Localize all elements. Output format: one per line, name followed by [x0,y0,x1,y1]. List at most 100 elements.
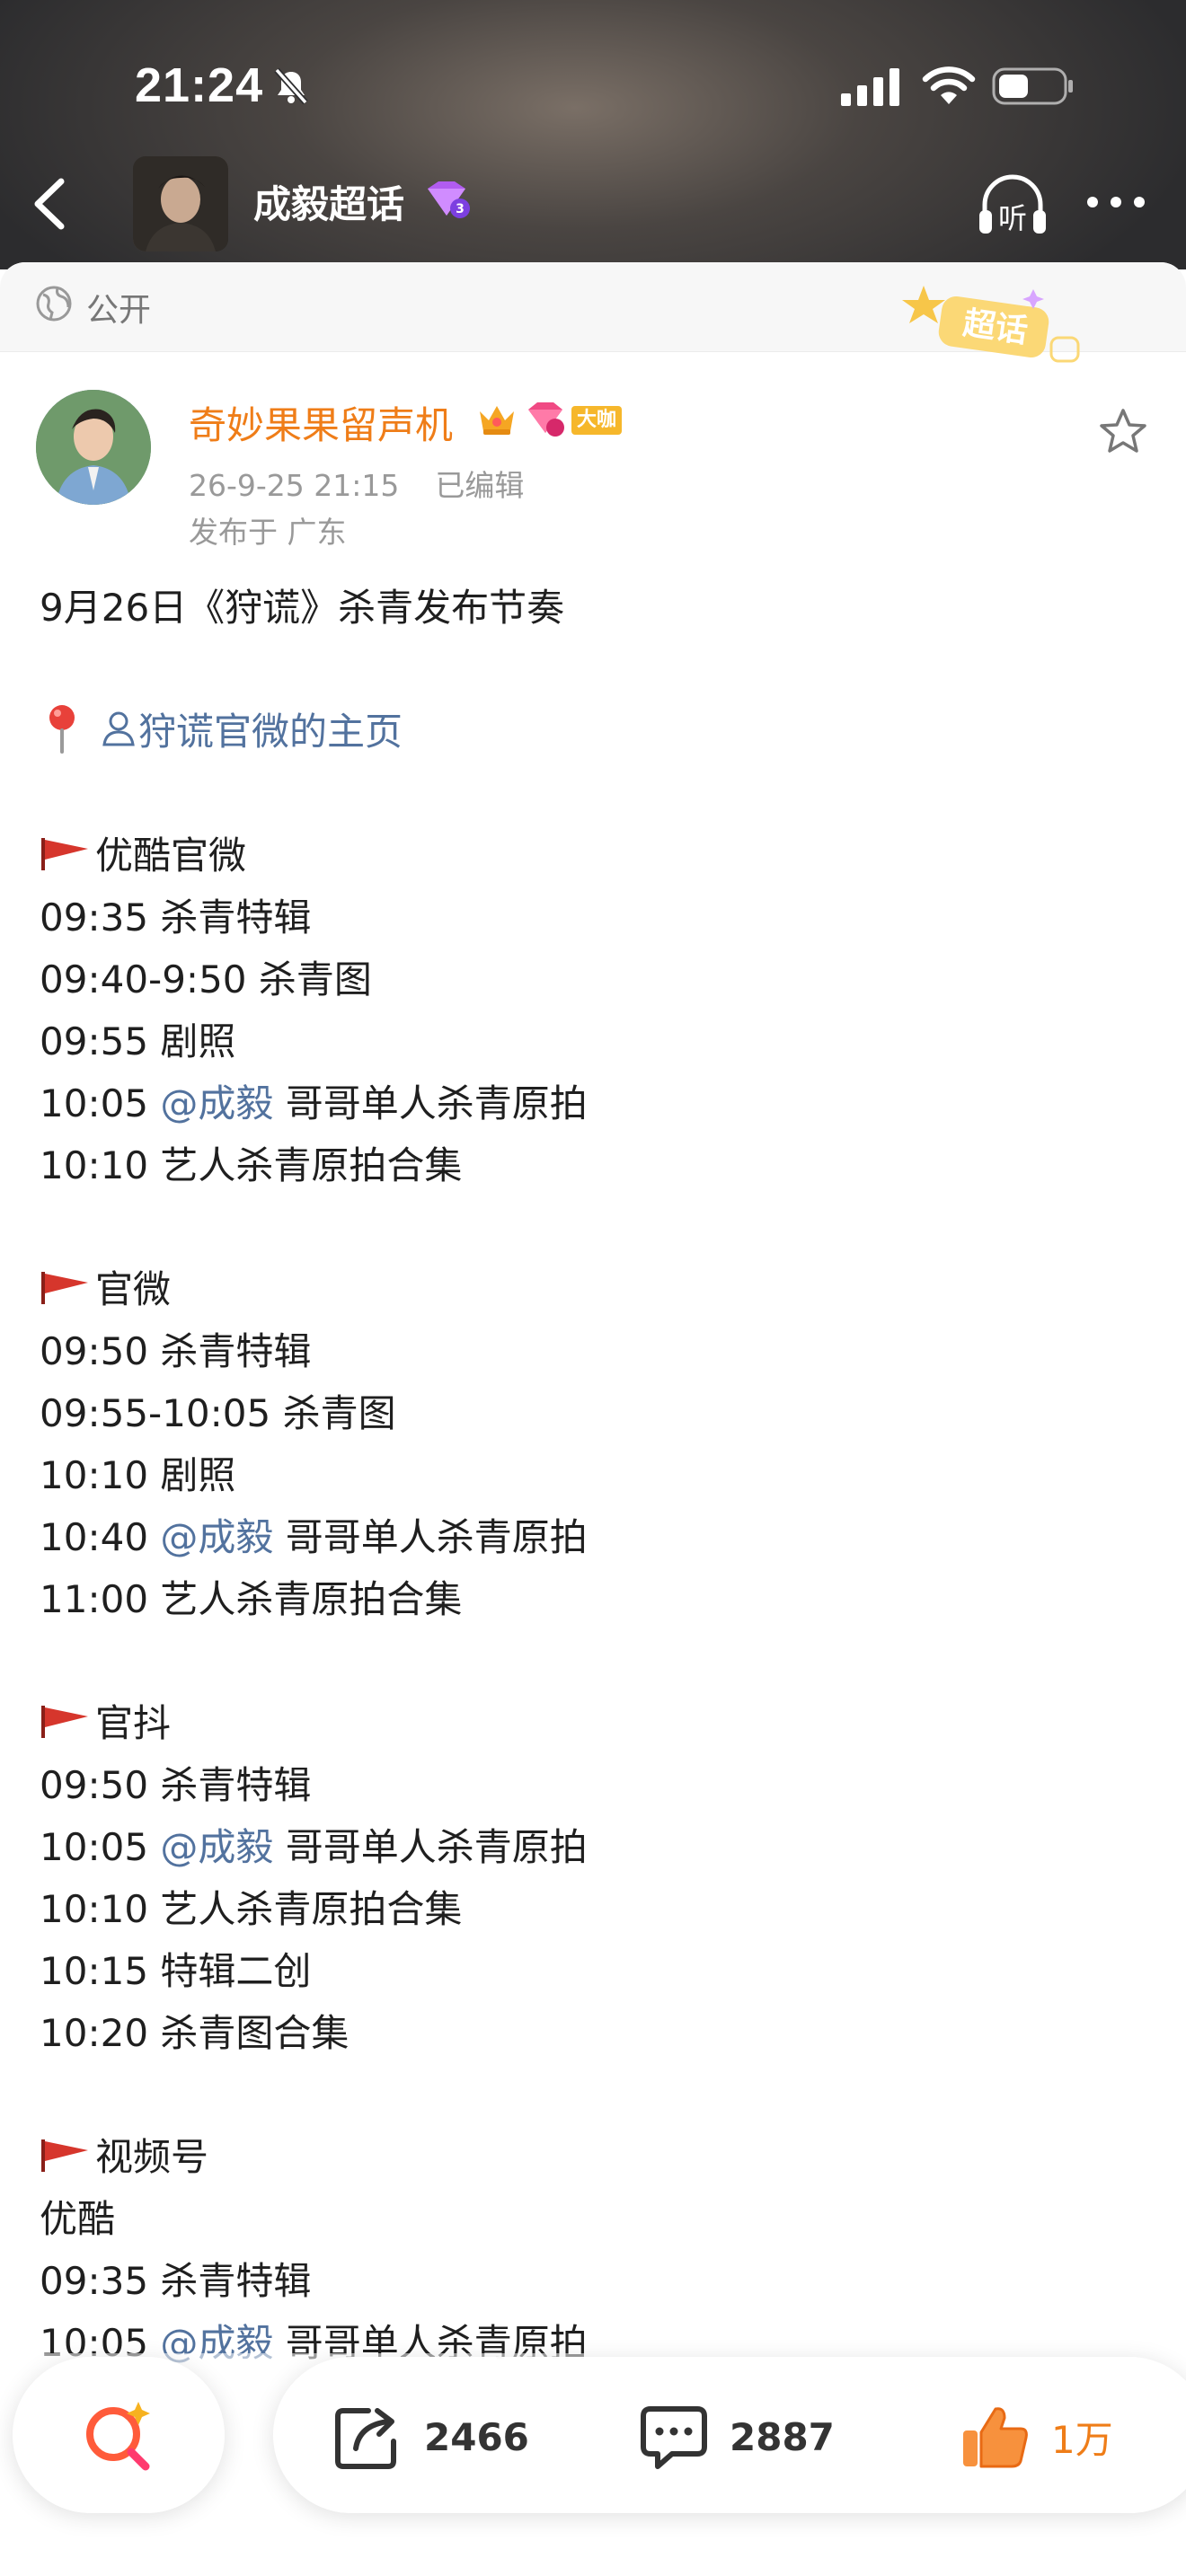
schedule-desc: 哥哥单人杀青原拍 [273,1825,588,1869]
location-pin-icon [49,705,75,754]
svg-text:听: 听 [998,201,1027,235]
schedule-text: 09:40-9:50 杀青图 [40,957,372,1001]
home-link-row[interactable]: 狩谎官微的主页 [40,701,1154,763]
share-button[interactable]: 2466 [332,2404,529,2470]
schedule-item: 10:10 剧照 [40,1444,1154,1506]
schedule-text: 10:10 艺人杀青原拍合集 [40,1887,463,1931]
status-bar: 21:24 [0,0,1186,171]
schedule-time: 10:40 [40,1515,161,1559]
red-flag-icon [41,838,88,870]
schedule-text: 优酷 [40,2197,116,2241]
gem-rank-icon [528,402,564,437]
red-flag-icon [41,1706,88,1738]
schedule-item: 09:55 剧照 [40,1010,1154,1072]
topic-title: 成毅超话 [253,182,405,226]
listen-headphones-icon[interactable]: 听 [974,169,1051,241]
schedule-item: 09:50 杀青特辑 [40,1754,1154,1816]
visibility-label: 公开 [86,292,152,329]
globe-icon [36,286,72,322]
svg-text:3: 3 [456,202,465,216]
schedule-item: 09:55-10:05 杀青图 [40,1382,1154,1444]
crown-icon [480,406,514,435]
cellular-signal-icon [841,68,899,106]
gem-level-icon: 3 [428,181,470,218]
schedule-text: 09:35 杀青特辑 [40,895,312,940]
post-location: 发布于 广东 [189,515,347,550]
battery-icon [992,67,1073,105]
bottom-action-bar: 2466 2887 1万 [0,2353,1186,2576]
share-count: 2466 [424,2414,529,2459]
section-title: 视频号 [95,2135,209,2179]
visibility-row: 公开 超话 [0,262,1186,363]
schedule-item: 09:35 杀青特辑 [40,2250,1154,2312]
more-options-icon[interactable] [1084,189,1148,216]
schedule-time: 10:05 [40,1825,161,1869]
section-heading: 官微 [40,1258,1154,1320]
favorite-star-icon[interactable] [1098,406,1148,456]
search-sparkle-icon [86,2402,150,2471]
red-flag-icon [41,2139,88,2172]
schedule-text: 09:50 杀青特辑 [40,1329,312,1373]
schedule-item: 09:50 杀青特辑 [40,1320,1154,1382]
author-avatar[interactable] [36,390,151,505]
schedule-desc: 哥哥单人杀青原拍 [273,1515,588,1559]
schedule-text: 10:10 艺人杀青原拍合集 [40,1143,463,1187]
topic-nav-bar: 成毅超话 3 听 [0,153,1186,260]
user-mention[interactable]: @成毅 [160,1825,273,1869]
vip-tag: 大咖 [571,406,623,435]
topic-avatar[interactable] [133,156,228,251]
comment-count: 2887 [730,2414,835,2459]
section-heading: 优酷官微 [40,825,1154,887]
schedule-sections: 优酷官微 09:35 杀青特辑 09:40-9:50 杀青图 09:55 剧照 10:0… [40,825,1154,2374]
like-count: 1万 [1051,2417,1113,2462]
red-flag-icon [41,1272,88,1304]
user-mention[interactable]: @成毅 [160,1515,273,1559]
section-heading: 官抖 [40,1692,1154,1754]
home-link[interactable]: 狩谎官微的主页 [138,710,403,754]
section-title: 官抖 [95,1701,172,1745]
edited-label: 已编辑 [435,468,525,503]
schedule-text: 09:55-10:05 杀青图 [40,1391,396,1435]
schedule-item: 10:05 @成毅 哥哥单人杀青原拍 [40,1072,1154,1134]
schedule-text: 10:10 剧照 [40,1453,236,1497]
author-name[interactable]: 奇妙果果留声机 [189,395,453,450]
schedule-item: 10:10 艺人杀青原拍合集 [40,1878,1154,1940]
comment-button[interactable]: 2887 [638,2404,835,2470]
schedule-text: 10:15 特辑二创 [40,1949,312,1993]
wifi-icon [922,66,976,104]
user-mention[interactable]: @成毅 [160,1081,273,1125]
schedule-item: 10:05 @成毅 哥哥单人杀青原拍 [40,1816,1154,1878]
schedule-text: 11:00 艺人杀青原拍合集 [40,1577,463,1621]
post-headline: 9月26日《狩谎》杀青发布节奏 [40,586,565,630]
schedule-item: 10:40 @成毅 哥哥单人杀青原拍 [40,1506,1154,1568]
action-pill: 2466 2887 1万 [273,2357,1186,2513]
search-button[interactable] [13,2357,225,2513]
schedule-text: 09:35 杀青特辑 [40,2259,312,2303]
schedule-desc: 哥哥单人杀青原拍 [273,1081,588,1125]
schedule-item: 10:15 特辑二创 [40,1940,1154,2002]
schedule-item: 09:40-9:50 杀青图 [40,948,1154,1010]
person-photo-icon [133,156,228,251]
person-icon [102,711,135,746]
post-body: 9月26日《狩谎》杀青发布节奏 狩谎官微的主页 优酷官微 09:35 杀青特辑 09… [40,577,1154,2374]
like-button[interactable]: 1万 [960,2404,1113,2470]
schedule-item: 11:00 艺人杀青原拍合集 [40,1568,1154,1630]
bell-mute-icon [274,67,308,105]
post-card: 公开 超话 奇妙果果留声机 大咖 26-9-25 21:15 已编辑 发布于 广东 [0,262,1186,2576]
comment-bubble-icon [641,2406,707,2469]
schedule-item: 10:10 艺人杀青原拍合集 [40,1134,1154,1196]
schedule-text: 09:55 剧照 [40,1019,236,1063]
schedule-text: 10:20 杀青图合集 [40,2011,350,2055]
thumbs-up-icon [963,2407,1028,2468]
back-arrow-icon[interactable] [23,172,77,235]
schedule-time: 10:05 [40,1081,161,1125]
schedule-item: 10:20 杀青图合集 [40,2002,1154,2064]
section-title: 官微 [95,1267,172,1311]
share-icon [335,2408,396,2469]
section-heading: 视频号 [40,2126,1154,2188]
schedule-item: 09:35 杀青特辑 [40,887,1154,948]
super-topic-badge-icon: 超话 [902,286,1080,363]
schedule-text: 09:50 杀青特辑 [40,1763,312,1807]
post-timestamp: 26-9-25 21:15 [189,468,400,503]
schedule-item: 优酷 [40,2188,1154,2250]
